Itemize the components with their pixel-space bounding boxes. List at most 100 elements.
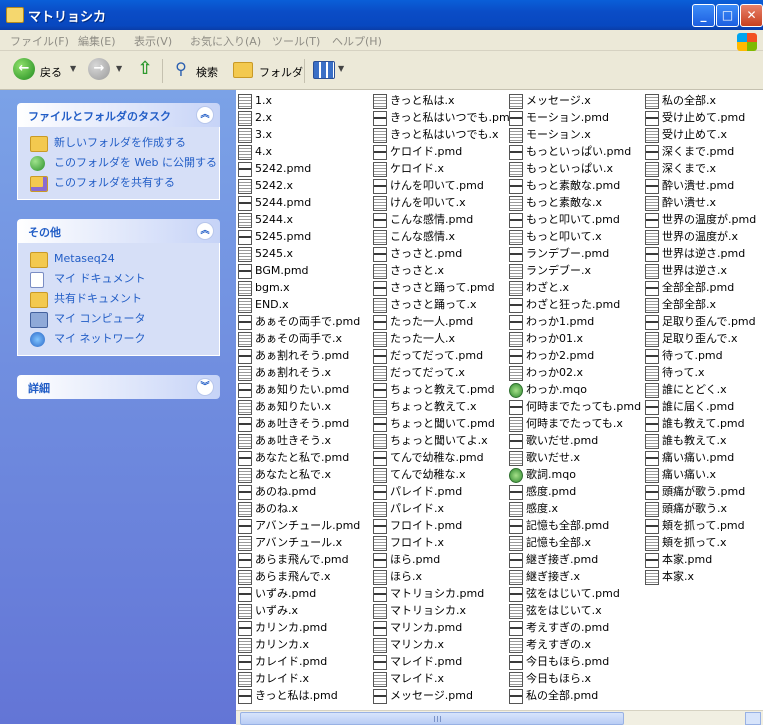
x-file-icon [509,332,523,347]
x-file-icon [238,536,252,551]
chevron-down-icon[interactable]: ︾ [196,378,214,396]
x-file-icon [238,672,252,687]
x-file-icon [238,400,252,415]
menu-help[interactable]: ヘルプ(H) [332,33,382,49]
folder-icon [30,252,48,268]
file-name: マリンカ.pmd [390,621,463,634]
file-name: あらま飛んで.x [255,570,331,583]
file-name: きっと私は.pmd [255,689,338,702]
x-file-icon [373,604,387,619]
x-file-icon [509,570,523,585]
file-name: 受け止めて.x [662,128,728,141]
pmd-file-icon [645,400,659,415]
x-file-icon [645,434,659,449]
x-file-icon [238,179,252,194]
place-my-computer[interactable]: マイ コンピュータ [18,309,219,329]
file-name: ケロイド.x [390,162,445,175]
back-arrow-icon[interactable]: ← [13,58,35,80]
file-name: ちょっと教えて.pmd [390,383,495,396]
title-bar[interactable]: マトリョシカ _ □ ✕ [0,0,763,30]
file-name: 3.x [255,128,273,141]
file-name: あなたと私で.x [255,468,332,481]
file-list: 1.x 2.x 3.x 4.x 5242.pmd 5242.x 5244.pmd 5244.x… [236,90,763,710]
pmd-file-icon [509,519,523,534]
file-name: もっと叩いて.pmd [526,213,620,226]
scrollbar-thumb[interactable] [240,712,624,725]
maximize-button[interactable]: □ [716,4,739,27]
file-name: 全部全部.pmd [662,281,735,294]
file-name: 本家.pmd [662,553,713,566]
pmd-file-icon [509,111,523,126]
forward-dropdown-icon[interactable]: ▼ [116,64,122,73]
x-file-icon [373,264,387,279]
x-file-icon [373,332,387,347]
x-file-icon [645,298,659,313]
chevron-up-icon[interactable]: ︽ [196,106,214,124]
x-file-icon [509,672,523,687]
task-new-folder[interactable]: 新しいフォルダを作成する [18,133,219,153]
pmd-file-icon [373,383,387,398]
place-shared-documents[interactable]: 共有ドキュメント [18,289,219,309]
file-name: もっといっぱい.x [526,162,614,175]
menu-view[interactable]: 表示(V) [134,33,172,49]
close-button[interactable]: ✕ [740,4,763,27]
search-button-label[interactable]: 検索 [196,64,218,80]
x-file-icon [238,94,252,109]
panel-header[interactable]: その他 ︽ [17,219,220,243]
file-name: 足取り歪んで.pmd [662,315,756,328]
x-file-icon [645,570,659,585]
file-name: 今日もほら.pmd [526,655,610,668]
x-file-icon [645,264,659,279]
folders-button-label[interactable]: フォルダ [259,64,303,80]
views-dropdown-icon[interactable]: ▼ [338,64,344,73]
x-file-icon [373,672,387,687]
file-name: 誰にとどく.x [662,383,727,396]
menu-file[interactable]: ファイル(F) [10,33,69,49]
task-pane: ファイルとフォルダのタスク ︽ 新しいフォルダを作成する このフォルダを Web… [0,90,236,724]
file-name: 5244.x [255,213,294,226]
file-name: 5245.pmd [255,230,312,243]
menu-favorites[interactable]: お気に入り(A) [190,33,261,49]
forward-arrow-icon[interactable]: → [88,58,110,80]
file-name: 頬を抓って.x [662,536,727,549]
pmd-file-icon [373,213,387,228]
file-name: ちょっと聞いて.pmd [390,417,495,430]
file-name: ランデブー.x [526,264,592,277]
file-name: さっさと踊って.x [390,298,477,311]
pmd-file-icon [645,417,659,432]
views-icon[interactable] [313,61,335,79]
file-name: あぁ割れそう.x [255,366,332,379]
window-title: マトリョシカ [28,10,107,25]
folders-icon[interactable] [233,62,253,78]
task-share-folder[interactable]: このフォルダを共有する [18,173,219,193]
file-name: 誰に届く.pmd [662,400,735,413]
back-button-label[interactable]: 戻る [40,64,62,80]
place-metaseq24[interactable]: Metaseq24 [18,249,219,269]
menu-edit[interactable]: 編集(E) [78,33,116,49]
pmd-file-icon [645,451,659,466]
task-publish-web[interactable]: このフォルダを Web に公開する [18,153,219,173]
place-my-documents[interactable]: マイ ドキュメント [18,269,219,289]
minimize-button[interactable]: _ [692,4,715,27]
file-name: 頭痛が歌う.pmd [662,485,746,498]
file-name: てんで幼稚な.pmd [390,451,484,464]
scroll-right-arrow[interactable] [745,712,761,725]
x-file-icon [509,366,523,381]
file-name: カレイド.pmd [255,655,328,668]
x-file-icon [509,451,523,466]
chevron-up-icon[interactable]: ︽ [196,222,214,240]
pmd-file-icon [373,655,387,670]
x-file-icon [373,638,387,653]
details-panel: 詳細 ︾ [17,375,220,399]
panel-header[interactable]: 詳細 ︾ [17,375,220,399]
x-file-icon [373,128,387,143]
horizontal-scrollbar[interactable] [236,710,763,725]
place-my-network[interactable]: マイ ネットワーク [18,329,219,349]
panel-header[interactable]: ファイルとフォルダのタスク ︽ [17,103,220,127]
file-name: 深くまで.pmd [662,145,735,158]
back-dropdown-icon[interactable]: ▼ [70,64,76,73]
menu-tools[interactable]: ツール(T) [272,33,320,49]
search-icon[interactable]: ⚲ [170,58,192,80]
pmd-file-icon [645,519,659,534]
up-folder-icon[interactable]: ⇧ [134,58,156,80]
